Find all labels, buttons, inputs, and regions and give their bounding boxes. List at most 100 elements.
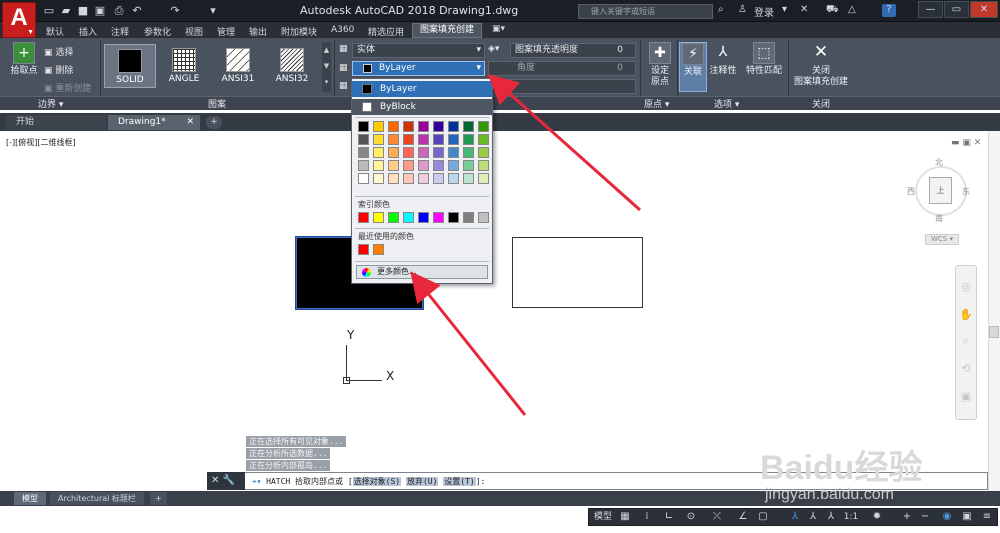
color-swatch[interactable] xyxy=(388,173,399,184)
file-tab-start[interactable]: 开始 xyxy=(6,115,106,130)
color-swatch[interactable] xyxy=(358,244,369,255)
new-file-icon[interactable]: ▭ xyxy=(42,4,56,18)
color-swatch[interactable] xyxy=(358,160,369,171)
color-swatch[interactable] xyxy=(463,147,474,158)
color-swatch[interactable] xyxy=(373,121,384,132)
search-input[interactable]: 键入关键字或短语 xyxy=(578,4,713,19)
color-swatch[interactable] xyxy=(433,147,444,158)
color-swatch[interactable] xyxy=(358,121,369,132)
color-swatch[interactable] xyxy=(478,121,489,132)
tab-output[interactable]: 输出 xyxy=(249,25,267,38)
polar-icon[interactable]: ⊙ xyxy=(684,510,698,524)
annotation-visibility-icon[interactable]: ⅄ xyxy=(788,510,802,524)
workspace-dropdown-icon[interactable]: ▾ xyxy=(206,4,220,18)
color-swatch[interactable] xyxy=(448,147,459,158)
color-swatch[interactable] xyxy=(388,147,399,158)
pan-icon[interactable]: ✋ xyxy=(959,308,973,322)
color-swatch[interactable] xyxy=(433,134,444,145)
color-swatch[interactable] xyxy=(373,212,384,223)
zoom-icon[interactable]: ⌕ xyxy=(959,334,973,348)
color-swatch[interactable] xyxy=(358,212,369,223)
binoculars-icon[interactable]: ⌕ xyxy=(718,4,724,15)
file-tab-drawing1[interactable]: Drawing1* ✕ xyxy=(108,115,200,130)
color-swatch[interactable] xyxy=(478,160,489,171)
color-swatch[interactable] xyxy=(478,212,489,223)
command-option-settings[interactable]: 设置(T) xyxy=(443,477,476,486)
color-swatch[interactable] xyxy=(418,212,429,223)
grid-icon[interactable]: ▦ xyxy=(618,510,632,524)
match-properties-button[interactable]: ⬚ 特性匹配 xyxy=(744,42,784,77)
maximize-button[interactable]: ▭ xyxy=(944,1,969,18)
viewcube[interactable]: 北 南 西 东 上 WCS ▾ xyxy=(907,150,980,250)
color-swatch[interactable] xyxy=(463,160,474,171)
more-colors-button[interactable]: 更多颜色... xyxy=(356,265,488,279)
color-swatch[interactable] xyxy=(433,160,444,171)
close-hatch-button[interactable]: ✕ 关闭 图案填充创建 xyxy=(792,42,850,88)
color-swatch[interactable] xyxy=(463,173,474,184)
user-icon[interactable]: ♙ xyxy=(738,4,747,15)
model-space-button[interactable]: 模型 xyxy=(592,510,614,524)
wrench-icon[interactable]: 🔧 xyxy=(223,475,235,486)
orbit-icon[interactable]: ⟲ xyxy=(959,362,973,376)
isolate-objects-icon[interactable]: ◉ xyxy=(940,510,954,524)
minimize-button[interactable]: — xyxy=(918,1,943,18)
tab-featured-apps[interactable]: 精选应用 xyxy=(368,25,404,38)
color-swatch[interactable] xyxy=(418,121,429,132)
scale-field[interactable] xyxy=(488,79,636,94)
select-button[interactable]: ▣ 选择 xyxy=(44,45,73,58)
redo-icon[interactable]: ↷ xyxy=(168,4,182,18)
color-swatch[interactable] xyxy=(463,212,474,223)
color-swatch[interactable] xyxy=(373,173,384,184)
color-swatch[interactable] xyxy=(448,173,459,184)
command-prompt[interactable]: ⌖▾ HATCH 拾取内部点或 [选择对象(S) 放弃(U) 设置(T)]: xyxy=(252,476,485,487)
compass-east[interactable]: 东 xyxy=(962,186,970,197)
tab-a360[interactable]: A360 xyxy=(331,25,354,35)
color-swatch[interactable] xyxy=(388,212,399,223)
color-swatch[interactable] xyxy=(418,134,429,145)
annotation-scale-icon[interactable]: ⅄ xyxy=(824,510,838,524)
origin-panel-label[interactable]: 原点 ▾ xyxy=(644,97,669,110)
tab-manage[interactable]: 管理 xyxy=(217,25,235,38)
new-layout-button[interactable]: + xyxy=(150,492,167,505)
color-swatch[interactable] xyxy=(433,173,444,184)
tab-parametric[interactable]: 参数化 xyxy=(144,25,171,38)
color-swatch[interactable] xyxy=(418,147,429,158)
clean-screen-icon[interactable]: ▣ xyxy=(960,510,974,524)
associative-button[interactable]: ⚡ 关联 xyxy=(679,42,707,92)
compass-west[interactable]: 西 xyxy=(907,186,915,197)
close-window-button[interactable]: ✕ xyxy=(970,1,998,18)
compass-south[interactable]: 南 xyxy=(935,213,943,224)
application-menu-button[interactable]: A ▼ xyxy=(2,2,36,38)
color-swatch[interactable] xyxy=(478,147,489,158)
layout-tab-architectural[interactable]: Architectural 标题栏 xyxy=(50,492,144,505)
boundary-panel-label[interactable]: 边界 ▾ xyxy=(38,97,63,110)
color-option-byblock[interactable]: ByBlock xyxy=(352,99,492,115)
color-swatch[interactable] xyxy=(358,173,369,184)
showmotion-icon[interactable]: ▣ xyxy=(959,390,973,404)
object-snap-tracking-icon[interactable]: ∠ xyxy=(736,510,750,524)
object-snap-icon[interactable]: ▢ xyxy=(756,510,770,524)
ortho-icon[interactable]: ∟ xyxy=(662,510,676,524)
pattern-solid[interactable]: SOLID xyxy=(104,44,156,88)
options-panel-label[interactable]: 选项 ▾ xyxy=(714,97,739,110)
color-swatch[interactable] xyxy=(448,121,459,132)
color-swatch[interactable] xyxy=(388,160,399,171)
color-swatch[interactable] xyxy=(373,160,384,171)
customization-icon[interactable]: ≡ xyxy=(980,510,994,524)
viewcube-top-face[interactable]: 上 xyxy=(929,177,952,204)
pattern-scroll[interactable]: ▲ ▼ ▾ xyxy=(322,42,331,92)
color-swatch[interactable] xyxy=(373,147,384,158)
hatch-color-select[interactable]: ByLayer ▾ xyxy=(352,61,485,76)
auto-scale-icon[interactable]: ⅄ xyxy=(806,510,820,524)
drawing-canvas[interactable] xyxy=(0,131,1000,491)
rectangle-outline[interactable] xyxy=(512,237,643,308)
hatch-type-select[interactable]: 实体 ▾ xyxy=(352,43,485,58)
color-swatch[interactable] xyxy=(463,121,474,132)
tab-insert[interactable]: 插入 xyxy=(79,25,97,38)
pattern-ansi32[interactable]: ANSI32 xyxy=(266,44,318,88)
color-swatch[interactable] xyxy=(388,121,399,132)
help-icon[interactable]: ? xyxy=(882,4,896,17)
undo-icon[interactable]: ↶ xyxy=(130,4,144,18)
save-as-icon[interactable]: ▣ xyxy=(93,4,107,18)
close-icon[interactable]: ✕ xyxy=(186,115,194,130)
